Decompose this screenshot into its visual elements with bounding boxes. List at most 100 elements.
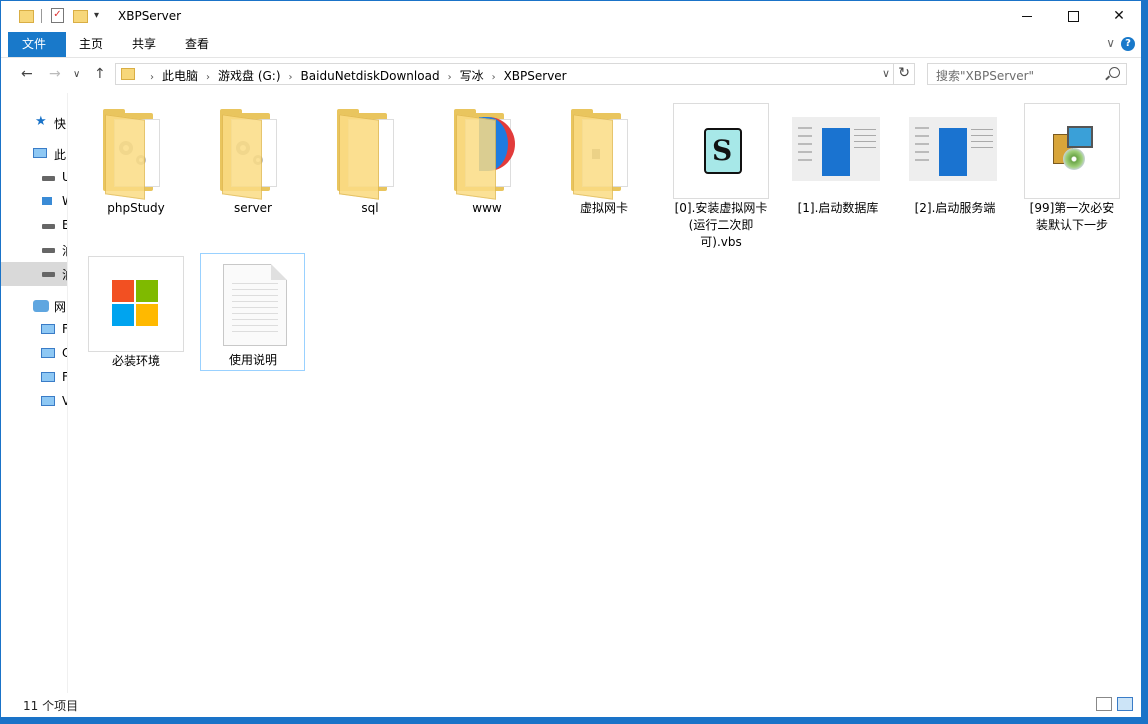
breadcrumb-folder[interactable]: 写冰: [460, 69, 484, 83]
installer-icon: [1024, 103, 1120, 199]
breadcrumb-drive[interactable]: 游戏盘 (G:): [218, 69, 281, 83]
file-item[interactable]: 必装环境: [88, 256, 184, 370]
file-item[interactable]: www: [439, 103, 535, 217]
nav-network-computer[interactable]: F: [1, 366, 67, 390]
file-name: [0].安装虚拟网卡(运行二次即可).vbs: [674, 201, 768, 249]
file-name: [99]第一次必安装默认下一步: [1029, 201, 1115, 232]
nav-label: 快: [54, 117, 67, 131]
address-bar[interactable]: › 此电脑 › 游戏盘 (G:) › BaiduNetdiskDownload › 写冰 › XB…: [115, 63, 915, 85]
file-item-selected[interactable]: 使用说明: [200, 253, 305, 371]
network-drive-icon: [42, 197, 52, 205]
explorer-window: ✓ ▾ XBPServer ✕ 文件 主页 共享 查看 ∨ ? ← → ∨ ↑ …: [0, 0, 1142, 718]
tab-view[interactable]: 查看: [171, 32, 223, 57]
file-item[interactable]: [2].启动服务端: [907, 103, 1003, 217]
star-icon: ★: [35, 114, 47, 129]
window-title: XBPServer: [118, 9, 182, 23]
help-icon[interactable]: ?: [1121, 37, 1135, 51]
folder-icon: [121, 68, 135, 80]
nav-quick-access[interactable]: ★ 快: [1, 111, 67, 135]
expand-ribbon-icon[interactable]: ∨: [1106, 36, 1115, 50]
address-dropdown-icon[interactable]: ∨: [882, 67, 890, 80]
navigation-bar: ← → ∨ ↑ › 此电脑 › 游戏盘 (G:) › BaiduNetdiskDownlo…: [1, 58, 1141, 92]
refresh-icon[interactable]: ↻: [898, 65, 910, 81]
status-bar: 11 个项目: [1, 693, 1141, 717]
search-input[interactable]: 搜索"XBPServer": [927, 63, 1127, 85]
breadcrumb-separator-icon: ›: [150, 72, 154, 83]
file-item[interactable]: 虚拟网卡: [556, 103, 652, 217]
maximize-button[interactable]: [1050, 1, 1096, 32]
tab-home[interactable]: 主页: [65, 32, 117, 57]
file-item[interactable]: phpStudy: [88, 103, 184, 217]
toolbar-divider: [41, 9, 42, 23]
new-folder-icon[interactable]: [73, 10, 88, 23]
folder-icon: [556, 103, 652, 200]
drive-icon: [42, 176, 55, 181]
application-window-icon: [907, 103, 1003, 199]
breadcrumb-this-pc[interactable]: 此电脑: [162, 69, 198, 83]
computer-icon: [41, 348, 55, 358]
file-list: phpStudy server sql www 虚拟网卡 S [0].安装虚拟网…: [68, 93, 1143, 693]
nav-network-computer[interactable]: V: [1, 390, 67, 414]
ribbon: 文件 主页 共享 查看 ∨ ?: [1, 32, 1141, 58]
details-view-button[interactable]: [1096, 697, 1112, 711]
file-item[interactable]: [1].启动数据库: [790, 103, 886, 217]
maximize-icon: [1067, 10, 1079, 22]
file-item[interactable]: server: [205, 103, 301, 217]
file-name: 虚拟网卡: [579, 201, 628, 215]
nav-drive[interactable]: E: [1, 214, 67, 238]
recent-locations-button[interactable]: ∨: [73, 69, 80, 80]
tab-file[interactable]: 文件: [8, 32, 66, 57]
forward-button[interactable]: →: [49, 66, 61, 82]
file-name: 必装环境: [111, 354, 160, 368]
nav-network-computer[interactable]: F: [1, 318, 67, 342]
nav-network-computer[interactable]: C: [1, 342, 67, 366]
file-item[interactable]: sql: [322, 103, 418, 217]
breadcrumb-separator-icon[interactable]: ›: [440, 72, 460, 83]
computer-icon: [41, 324, 55, 334]
up-arrow-icon: ↑: [94, 66, 106, 82]
application-window-icon: [790, 103, 886, 199]
text-document-icon: [205, 258, 301, 354]
search-icon: [1109, 67, 1120, 78]
title-bar: ✓ ▾ XBPServer ✕: [1, 1, 1141, 32]
file-item[interactable]: [99]第一次必安装默认下一步: [1024, 103, 1120, 232]
item-count: 11 个项目: [23, 699, 79, 713]
nav-this-pc[interactable]: 此: [1, 142, 67, 166]
file-name: 使用说明: [228, 353, 277, 367]
folder-icon: [439, 103, 535, 200]
close-button[interactable]: ✕: [1096, 1, 1142, 32]
back-arrow-icon: ←: [21, 66, 33, 82]
up-button[interactable]: ↑: [94, 66, 106, 82]
breadcrumb-separator-icon[interactable]: ›: [198, 72, 218, 83]
computer-icon: [41, 396, 55, 406]
file-name: www: [472, 201, 502, 215]
file-name: sql: [361, 201, 379, 215]
computer-icon: [33, 148, 47, 158]
nav-network-drive[interactable]: W: [1, 190, 67, 214]
file-name: [1].启动数据库: [797, 201, 879, 215]
breadcrumb-folder[interactable]: BaiduNetdiskDownload: [301, 69, 440, 83]
nav-drive[interactable]: 泊: [1, 238, 67, 262]
back-button[interactable]: ←: [21, 66, 33, 82]
tab-share[interactable]: 共享: [118, 32, 170, 57]
search-placeholder: 搜索"XBPServer": [936, 69, 1035, 83]
nav-network[interactable]: 网: [1, 294, 67, 318]
large-icons-view-button[interactable]: [1117, 697, 1133, 711]
breadcrumb-separator-icon[interactable]: ›: [281, 72, 301, 83]
file-name: [2].启动服务端: [914, 201, 996, 215]
nav-label: 此: [54, 148, 67, 162]
nav-drive[interactable]: U: [1, 166, 67, 190]
minimize-button[interactable]: [1004, 1, 1050, 32]
breadcrumb-current[interactable]: XBPServer: [504, 69, 567, 83]
network-icon: [33, 300, 49, 312]
nav-label: 网: [54, 300, 67, 314]
drive-icon: [42, 224, 55, 229]
properties-icon[interactable]: ✓: [51, 8, 64, 23]
navigation-pane: ★ 快 此 U W E 泊 泊 网: [1, 93, 68, 693]
file-item[interactable]: S [0].安装虚拟网卡(运行二次即可).vbs: [673, 103, 769, 249]
customize-toolbar-icon[interactable]: ▾: [94, 10, 99, 21]
chevron-down-icon: ∨: [73, 69, 81, 80]
breadcrumb-separator-icon[interactable]: ›: [484, 72, 504, 83]
file-name: phpStudy: [107, 201, 165, 215]
nav-drive-selected[interactable]: 泊: [1, 262, 67, 286]
